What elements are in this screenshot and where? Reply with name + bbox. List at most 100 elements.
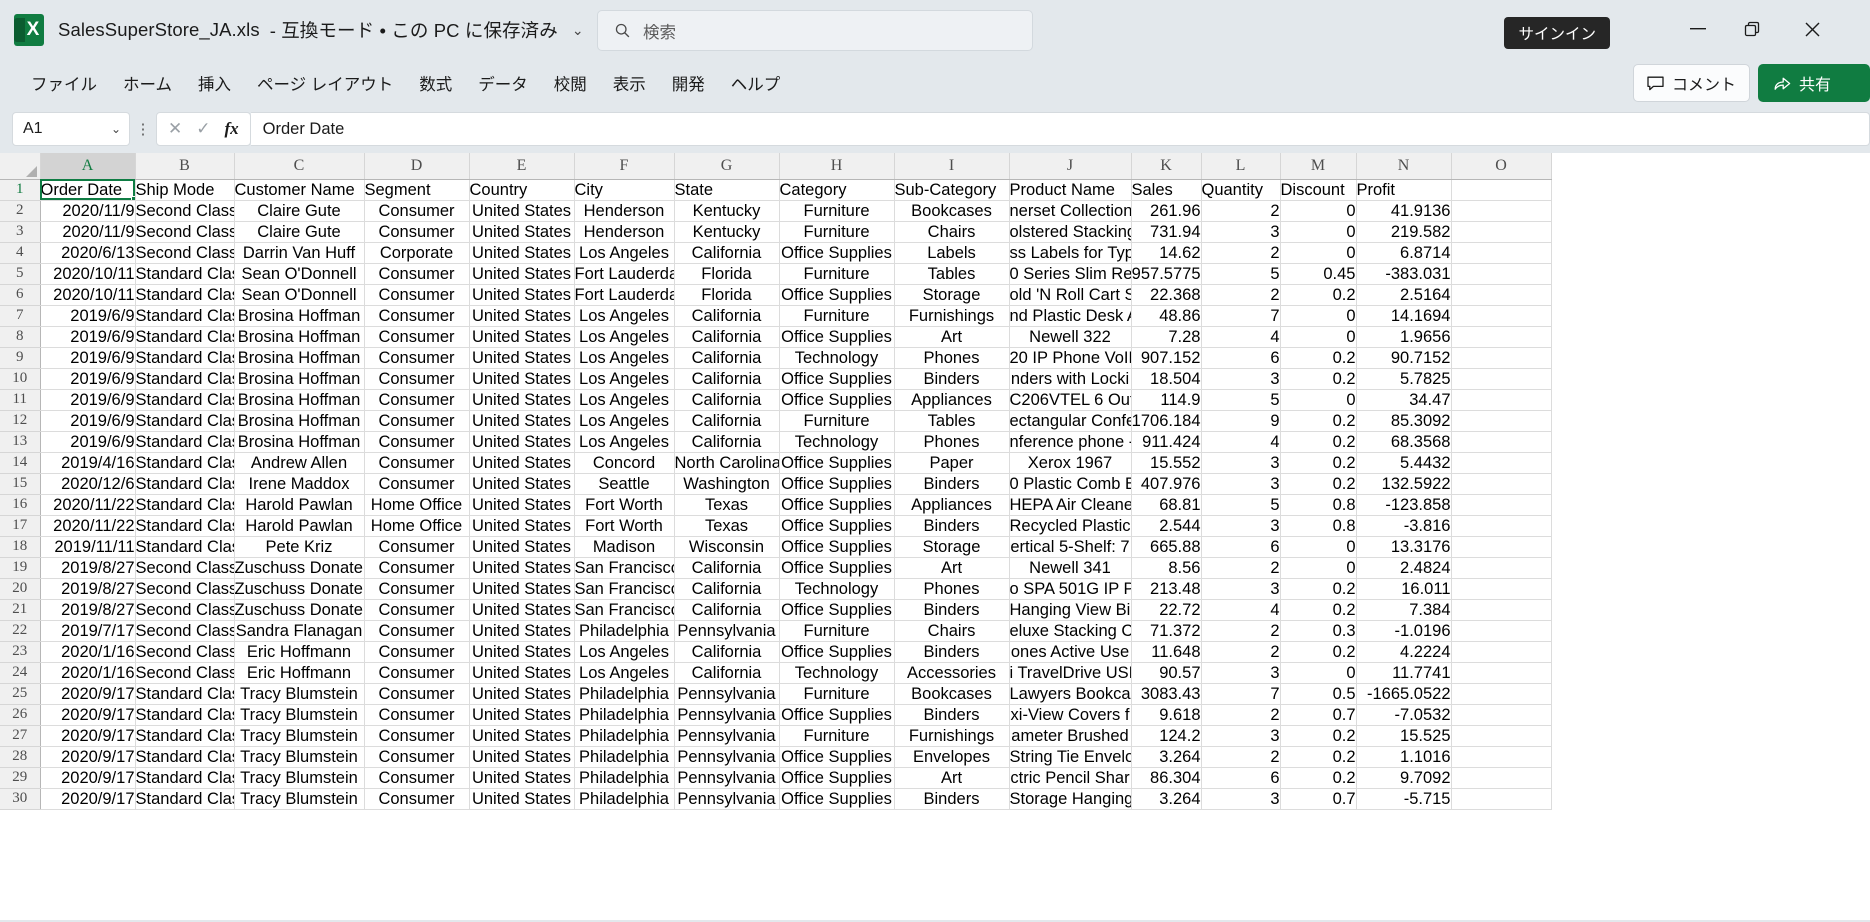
cell-D12[interactable]: Consumer — [364, 410, 470, 432]
cell-I10[interactable]: Binders — [894, 368, 1010, 390]
column-header-k[interactable]: K — [1131, 153, 1202, 180]
cell-C29[interactable]: Tracy Blumstein — [234, 767, 365, 789]
cell-G23[interactable]: California — [674, 641, 780, 663]
name-box[interactable]: A1 ⌄ — [12, 112, 130, 146]
cell-O12[interactable] — [1451, 410, 1552, 432]
formula-input[interactable]: Order Date — [250, 112, 1870, 146]
cell-K20[interactable]: 213.48 — [1131, 578, 1202, 600]
row-header-21[interactable]: 21 — [0, 599, 41, 621]
cell-E25[interactable]: United States — [469, 683, 575, 705]
cell-B9[interactable]: Standard Class — [135, 347, 235, 369]
cell-C21[interactable]: Zuschuss Donatelli — [234, 599, 365, 621]
cell-N15[interactable]: 132.5922 — [1356, 473, 1452, 495]
row-header-23[interactable]: 23 — [0, 641, 41, 663]
cell-D9[interactable]: Consumer — [364, 347, 470, 369]
cell-L12[interactable]: 9 — [1201, 410, 1281, 432]
cell-F2[interactable]: Henderson — [574, 200, 675, 222]
row-header-6[interactable]: 6 — [0, 284, 41, 306]
cell-F10[interactable]: Los Angeles — [574, 368, 675, 390]
row-header-22[interactable]: 22 — [0, 620, 41, 642]
cell-A21[interactable]: 2019/8/27 — [40, 599, 136, 621]
cell-K16[interactable]: 68.81 — [1131, 494, 1202, 516]
cell-E7[interactable]: United States — [469, 305, 575, 327]
cell-O11[interactable] — [1451, 389, 1552, 411]
cell-D30[interactable]: Consumer — [364, 788, 470, 810]
cell-J22[interactable]: eluxe Stacking Ch — [1009, 620, 1132, 642]
cell-B27[interactable]: Standard Class — [135, 725, 235, 747]
cell-I23[interactable]: Binders — [894, 641, 1010, 663]
cell-M17[interactable]: 0.8 — [1280, 515, 1357, 537]
cell-A19[interactable]: 2019/8/27 — [40, 557, 136, 579]
cell-F21[interactable]: San Francisco — [574, 599, 675, 621]
cell-I2[interactable]: Bookcases — [894, 200, 1010, 222]
cell-J9[interactable]: 20 IP Phone VoIP — [1009, 347, 1132, 369]
cell-E20[interactable]: United States — [469, 578, 575, 600]
cell-O21[interactable] — [1451, 599, 1552, 621]
cell-D18[interactable]: Consumer — [364, 536, 470, 558]
cell-A8[interactable]: 2019/6/9 — [40, 326, 136, 348]
cell-L17[interactable]: 3 — [1201, 515, 1281, 537]
cell-J15[interactable]: 0 Plastic Comb B — [1009, 473, 1132, 495]
cell-N2[interactable]: 41.9136 — [1356, 200, 1452, 222]
row-header-11[interactable]: 11 — [0, 389, 41, 411]
cell-F3[interactable]: Henderson — [574, 221, 675, 243]
cell-F8[interactable]: Los Angeles — [574, 326, 675, 348]
sign-in-button[interactable]: サインイン — [1504, 17, 1610, 49]
cell-E6[interactable]: United States — [469, 284, 575, 306]
insert-function-icon[interactable]: fx — [225, 119, 239, 139]
cell-F16[interactable]: Fort Worth — [574, 494, 675, 516]
cell-M15[interactable]: 0.2 — [1280, 473, 1357, 495]
cell-E3[interactable]: United States — [469, 221, 575, 243]
cell-I4[interactable]: Labels — [894, 242, 1010, 264]
cell-M20[interactable]: 0.2 — [1280, 578, 1357, 600]
cell-B15[interactable]: Standard Class — [135, 473, 235, 495]
cell-G11[interactable]: California — [674, 389, 780, 411]
cell-L16[interactable]: 5 — [1201, 494, 1281, 516]
row-header-3[interactable]: 3 — [0, 221, 41, 243]
cell-M24[interactable]: 0 — [1280, 662, 1357, 684]
cell-M7[interactable]: 0 — [1280, 305, 1357, 327]
row-header-26[interactable]: 26 — [0, 704, 41, 726]
cell-C17[interactable]: Harold Pawlan — [234, 515, 365, 537]
cell-A11[interactable]: 2019/6/9 — [40, 389, 136, 411]
cell-H2[interactable]: Furniture — [779, 200, 895, 222]
cell-A4[interactable]: 2020/6/13 — [40, 242, 136, 264]
cell-L1[interactable]: Quantity — [1201, 179, 1281, 201]
cell-E18[interactable]: United States — [469, 536, 575, 558]
cell-O17[interactable] — [1451, 515, 1552, 537]
ribbon-tab-data[interactable]: データ — [465, 66, 541, 100]
cell-G20[interactable]: California — [674, 578, 780, 600]
cell-H30[interactable]: Office Supplies — [779, 788, 895, 810]
cell-L2[interactable]: 2 — [1201, 200, 1281, 222]
cell-C16[interactable]: Harold Pawlan — [234, 494, 365, 516]
row-header-25[interactable]: 25 — [0, 683, 41, 705]
cell-F1[interactable]: City — [574, 179, 675, 201]
cell-F15[interactable]: Seattle — [574, 473, 675, 495]
cell-J28[interactable]: String Tie Envelo — [1009, 746, 1132, 768]
row-header-1[interactable]: 1 — [0, 179, 41, 201]
cell-G17[interactable]: Texas — [674, 515, 780, 537]
cell-I16[interactable]: Appliances — [894, 494, 1010, 516]
cell-M1[interactable]: Discount — [1280, 179, 1357, 201]
cell-H28[interactable]: Office Supplies — [779, 746, 895, 768]
cell-B19[interactable]: Second Class — [135, 557, 235, 579]
cell-A27[interactable]: 2020/9/17 — [40, 725, 136, 747]
cell-I7[interactable]: Furnishings — [894, 305, 1010, 327]
cell-L7[interactable]: 7 — [1201, 305, 1281, 327]
cell-L28[interactable]: 2 — [1201, 746, 1281, 768]
name-box-chevron-down-icon[interactable]: ⌄ — [111, 122, 121, 136]
cell-H3[interactable]: Furniture — [779, 221, 895, 243]
cell-A7[interactable]: 2019/6/9 — [40, 305, 136, 327]
cell-E28[interactable]: United States — [469, 746, 575, 768]
cell-C20[interactable]: Zuschuss Donatelli — [234, 578, 365, 600]
cell-F29[interactable]: Philadelphia — [574, 767, 675, 789]
cell-E11[interactable]: United States — [469, 389, 575, 411]
cell-B22[interactable]: Second Class — [135, 620, 235, 642]
cell-O23[interactable] — [1451, 641, 1552, 663]
cell-M12[interactable]: 0.2 — [1280, 410, 1357, 432]
cell-O1[interactable] — [1451, 179, 1552, 201]
ribbon-tab-help[interactable]: ヘルプ — [718, 66, 794, 100]
row-header-18[interactable]: 18 — [0, 536, 41, 558]
cell-D22[interactable]: Consumer — [364, 620, 470, 642]
cell-C15[interactable]: Irene Maddox — [234, 473, 365, 495]
